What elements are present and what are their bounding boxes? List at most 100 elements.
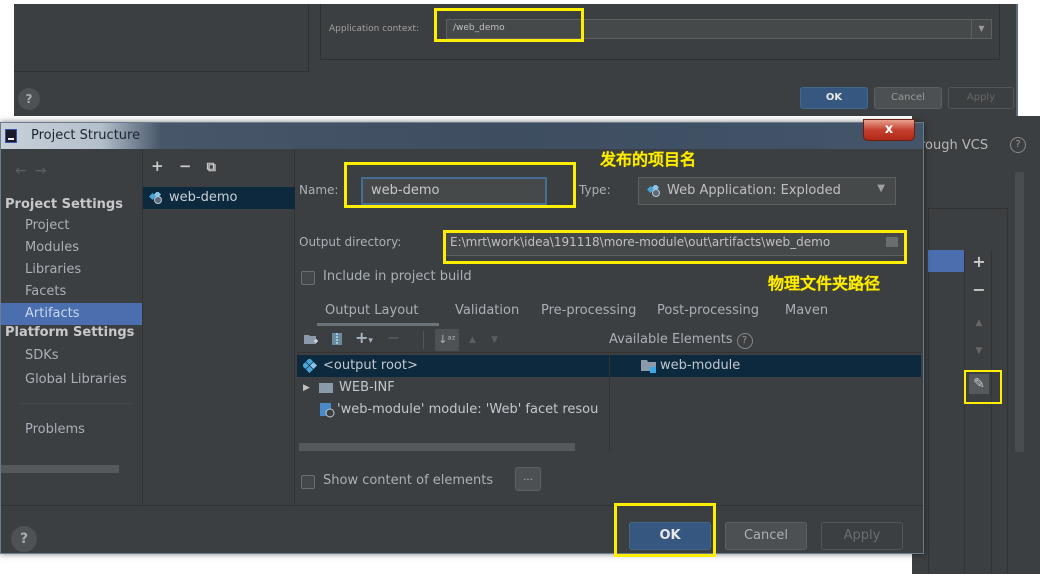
web-facet-icon (320, 403, 335, 418)
tab-post-processing[interactable]: Post-processing (657, 303, 759, 318)
sidebar-item-facets[interactable]: Facets (1, 281, 142, 303)
background-apply-button[interactable]: Apply (948, 87, 1014, 109)
sidebar-item-sdks[interactable]: SDKs (1, 345, 142, 367)
sidebar-item-artifacts[interactable]: Artifacts (1, 303, 142, 325)
application-context-label: Application context: (329, 24, 420, 34)
tree-label: <output root> (323, 358, 418, 373)
tree-label: WEB-INF (339, 380, 395, 395)
archive-icon[interactable] (331, 332, 343, 350)
move-down-icon[interactable]: ▼ (967, 346, 991, 356)
type-select[interactable]: Web Application: Exploded ▼ (638, 177, 896, 205)
tab-maven[interactable]: Maven (785, 303, 828, 318)
sidebar-item-global-libraries[interactable]: Global Libraries (1, 369, 142, 391)
tree-row-web-module[interactable]: web-module (610, 355, 921, 377)
tree-row-output-root[interactable]: <output root> (297, 355, 609, 377)
sidebar-scrollbar[interactable] (1, 465, 119, 473)
module-folder-icon (641, 360, 656, 373)
edit-pencil-icon[interactable]: ✎ (969, 374, 989, 394)
add-copy-icon[interactable]: +▾ (355, 328, 373, 347)
close-button[interactable]: x (863, 119, 915, 141)
active-tab-indicator (317, 323, 439, 326)
new-directory-icon[interactable] (303, 332, 319, 350)
background-dialog: Application context: /web_demo ▼ ? OK Ca… (14, 4, 1018, 116)
chevron-down-icon[interactable]: ▼ (971, 20, 991, 38)
move-down-icon[interactable]: ▼ (491, 335, 498, 345)
background-ok-button[interactable]: OK (800, 87, 868, 109)
right-list-selection[interactable] (928, 250, 964, 272)
remove-icon[interactable]: − (179, 157, 192, 175)
help-icon[interactable]: ? (18, 88, 40, 110)
sidebar-item-problems[interactable]: Problems (1, 419, 142, 441)
help-icon[interactable]: ? (11, 526, 37, 552)
web-application-icon (647, 185, 660, 197)
show-content-checkbox[interactable] (301, 475, 315, 489)
intellij-app-icon (5, 129, 17, 143)
title-bar[interactable]: Project Structure x (1, 119, 923, 149)
horizontal-scrollbar[interactable] (299, 443, 575, 451)
type-label: Type: (579, 183, 611, 197)
back-arrow-icon[interactable]: ← (15, 163, 35, 179)
folder-icon (319, 383, 333, 393)
project-settings-header: Project Settings (5, 197, 123, 212)
vcs-label: rough VCS (920, 138, 989, 153)
available-elements-label: Available Elements? (609, 332, 753, 349)
sidebar-item-project[interactable]: Project (1, 215, 142, 237)
web-artifact-icon (149, 192, 162, 204)
artifact-name: web-demo (169, 190, 238, 205)
platform-settings-header: Platform Settings (5, 325, 135, 340)
artifacts-toolbar: + − ⧉ (151, 157, 226, 175)
output-directory-value: E:\mrt\work\idea\191118\more-module\out\… (450, 235, 831, 249)
sidebar: ←→ Project Settings Project Modules Libr… (1, 149, 143, 505)
output-directory-label: Output directory: (299, 235, 402, 249)
cancel-button[interactable]: Cancel (725, 522, 807, 550)
remove-icon[interactable]: − (967, 280, 991, 299)
layout-toolbar: +▾ − ↓ᵃᶻ ▲ ▼ Available Elements? (297, 327, 921, 353)
name-input[interactable]: web-demo (361, 177, 547, 205)
application-context-value: /web_demo (453, 23, 505, 33)
name-label: Name: (299, 183, 339, 197)
dialog-title: Project Structure (31, 128, 141, 143)
sort-alphabetically-icon[interactable]: ↓ᵃᶻ (435, 329, 459, 351)
remove-icon[interactable]: − (387, 328, 400, 347)
tree-label: 'web-module' module: 'Web' facet resou (337, 402, 599, 417)
toolbar-separator (423, 331, 424, 349)
show-content-label: Show content of elements (323, 473, 494, 488)
help-icon[interactable]: ? (1010, 137, 1026, 153)
include-in-build-label: Include in project build (323, 269, 472, 284)
navigation-arrows: ←→ (15, 163, 54, 179)
output-layout-tree: <output root> ▶ WEB-INF 'web-module' mod… (297, 355, 609, 451)
add-icon[interactable]: + (151, 157, 164, 175)
tab-validation[interactable]: Validation (455, 303, 519, 318)
background-cancel-button[interactable]: Cancel (874, 87, 942, 109)
more-options-button[interactable]: ... (515, 467, 541, 491)
output-root-icon (303, 359, 317, 373)
dialog-footer: ? OK Cancel Apply (1, 505, 923, 581)
available-elements-tree: web-module (609, 355, 921, 451)
application-context-input[interactable]: /web_demo ▼ (446, 19, 992, 39)
scrollbar[interactable] (1015, 172, 1024, 452)
sidebar-item-libraries[interactable]: Libraries (1, 259, 142, 281)
artifact-list-item[interactable]: web-demo (143, 187, 295, 209)
artifacts-list-panel: + − ⧉ web-demo (143, 149, 295, 505)
ok-button[interactable]: OK (629, 522, 711, 550)
right-toolbar: + − ▲ ▼ ✎ (964, 250, 992, 574)
expand-arrow-icon[interactable]: ▶ (303, 377, 310, 399)
forward-arrow-icon[interactable]: → (35, 163, 55, 179)
chevron-down-icon: ▼ (877, 183, 885, 194)
move-up-icon[interactable]: ▲ (469, 335, 476, 345)
tab-output-layout[interactable]: Output Layout (325, 303, 418, 318)
folder-browse-icon[interactable] (886, 237, 898, 247)
add-icon[interactable]: + (967, 252, 991, 271)
sidebar-item-modules[interactable]: Modules (1, 237, 142, 259)
artifact-config-form: Name: web-demo Type: Web Application: Ex… (297, 149, 923, 505)
annotation-project-name: 发布的项目名 (600, 150, 697, 169)
output-directory-input[interactable]: E:\mrt\work\idea\191118\more-module\out\… (443, 230, 905, 256)
annotation-folder-path: 物理文件夹路径 (768, 274, 881, 293)
include-in-build-checkbox[interactable] (301, 271, 315, 285)
tab-pre-processing[interactable]: Pre-processing (541, 303, 636, 318)
copy-icon[interactable]: ⧉ (207, 160, 216, 175)
move-up-icon[interactable]: ▲ (967, 318, 991, 328)
help-icon[interactable]: ? (736, 333, 753, 349)
apply-button[interactable]: Apply (821, 522, 903, 550)
background-left-panel (14, 4, 309, 72)
